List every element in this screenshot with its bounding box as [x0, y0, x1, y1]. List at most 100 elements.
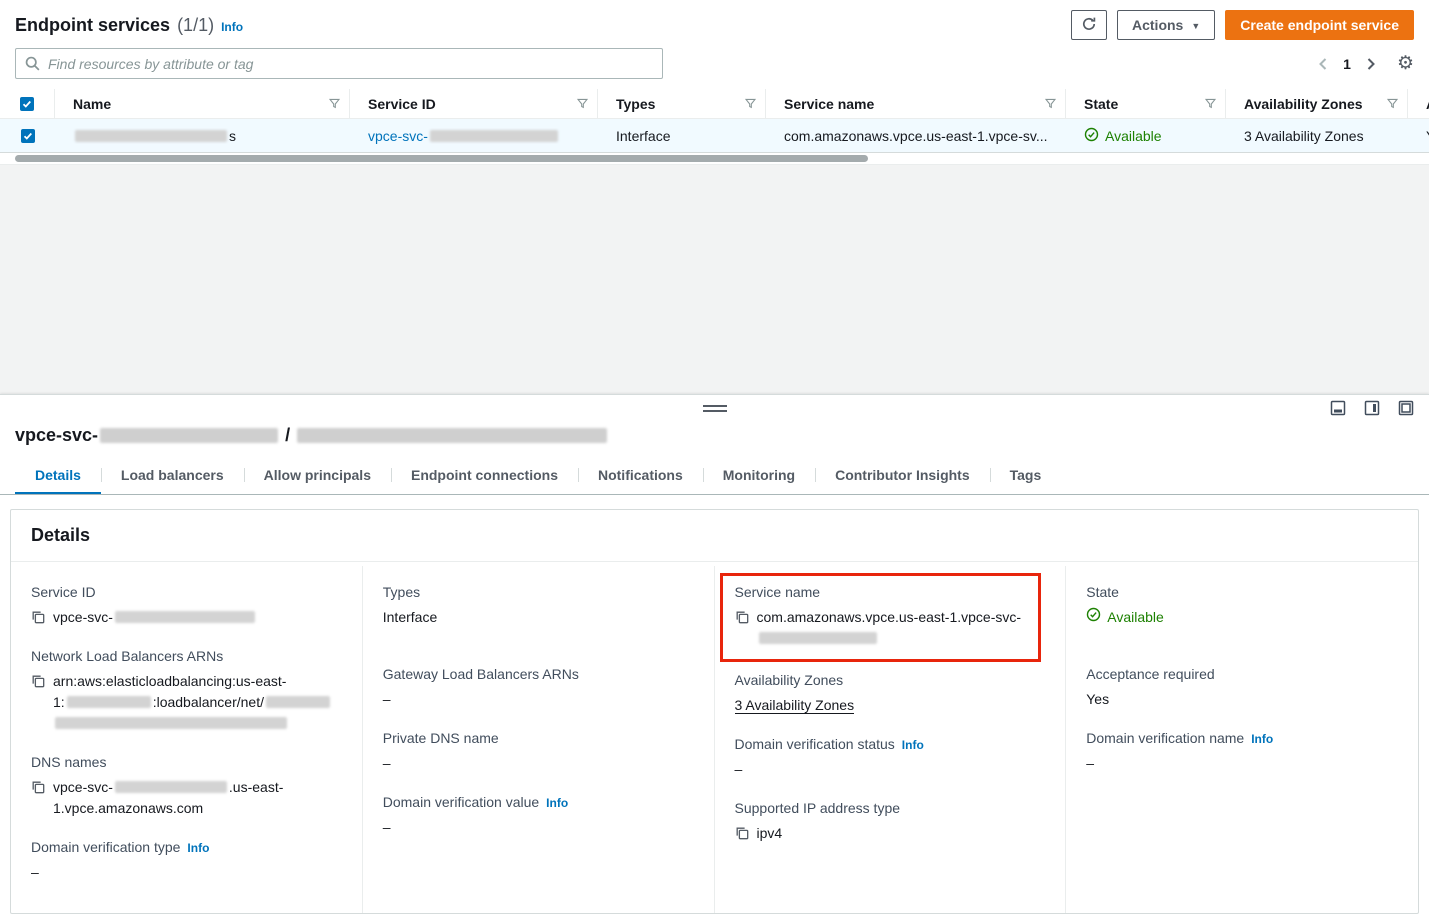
tab-contributor-insights[interactable]: Contributor Insights [815, 458, 990, 494]
resource-count: (1/1) [177, 15, 214, 36]
filter-icon[interactable] [576, 97, 589, 113]
copy-icon[interactable] [31, 610, 45, 624]
horizontal-scrollbar [0, 153, 1429, 164]
column-header-name[interactable]: Name [55, 89, 350, 119]
info-link[interactable]: Info [1251, 732, 1273, 746]
redacted-text [759, 632, 877, 644]
previous-page-button[interactable] [1317, 57, 1329, 71]
copy-icon[interactable] [31, 780, 45, 794]
availability-zones-popover-trigger[interactable]: 3 Availability Zones [735, 697, 855, 714]
column-header-availability-zones[interactable]: Availability Zones [1226, 89, 1408, 119]
details-column-1: Service ID vpce-svc- Network Load Balanc… [11, 566, 363, 913]
copy-icon[interactable] [735, 826, 749, 840]
filter-icon[interactable] [744, 97, 757, 113]
create-label: Create endpoint service [1240, 17, 1399, 33]
next-page-button[interactable] [1365, 57, 1377, 71]
redacted-text [55, 717, 287, 729]
tab-monitoring[interactable]: Monitoring [703, 458, 815, 494]
column-header-acceptance-truncated[interactable]: A [1408, 89, 1429, 119]
field-supported-ip-address-type: Supported IP address type ipv4 [735, 800, 1046, 844]
details-column-4: State Available Acceptance required Yes [1066, 566, 1418, 913]
row-checkbox[interactable] [21, 129, 35, 143]
chevron-down-icon: ▼ [1191, 21, 1200, 31]
field-nlb-arns: Network Load Balancers ARNs arn:aws:elas… [31, 648, 342, 734]
redacted-text [266, 696, 330, 708]
page-title: Endpoint services [15, 15, 170, 36]
tab-allow-principals[interactable]: Allow principals [244, 458, 391, 494]
filter-icon[interactable] [328, 97, 341, 113]
field-service-name: Service name com.amazonaws.vpce.us-east-… [735, 584, 1027, 649]
redacted-text [67, 696, 151, 708]
column-header-types[interactable]: Types [598, 89, 766, 119]
resize-handle-icon[interactable] [703, 405, 727, 412]
field-dns-names: DNS names vpce-svc-.us-east- 1.vpce.amaz… [31, 754, 342, 819]
filter-icon[interactable] [1386, 97, 1399, 113]
field-availability-zones: Availability Zones 3 Availability Zones [735, 672, 1046, 716]
page-header: Endpoint services (1/1) Info Actions ▼ C… [0, 0, 1429, 46]
actions-label: Actions [1132, 17, 1183, 33]
cell-availability-zones: 3 Availability Zones [1226, 128, 1408, 144]
details-column-3: Service name com.amazonaws.vpce.us-east-… [715, 566, 1067, 913]
cell-state: Available [1066, 127, 1226, 145]
panel-position-side-icon[interactable] [1364, 400, 1380, 416]
actions-button[interactable]: Actions ▼ [1117, 10, 1215, 40]
cell-types: Interface [598, 128, 766, 144]
preferences-gear-icon[interactable]: ⚙ [1397, 54, 1414, 73]
state-text: Available [1105, 128, 1162, 144]
search-input[interactable] [15, 48, 663, 79]
horizontal-scrollbar-thumb[interactable] [15, 155, 868, 162]
filter-icon[interactable] [1204, 97, 1217, 113]
tab-notifications[interactable]: Notifications [578, 458, 703, 494]
copy-icon[interactable] [735, 610, 749, 624]
select-all-checkbox[interactable] [20, 97, 34, 111]
create-endpoint-service-button[interactable]: Create endpoint service [1225, 10, 1414, 40]
search-icon [24, 55, 41, 75]
tab-load-balancers[interactable]: Load balancers [101, 458, 244, 494]
redacted-text [297, 428, 607, 443]
select-all-checkbox-cell [0, 89, 55, 119]
split-panel: vpce-svc- / Details Load balancers Allow… [0, 394, 1429, 914]
tab-bar: Details Load balancers Allow principals … [0, 458, 1429, 495]
column-header-service-id[interactable]: Service ID [350, 89, 598, 119]
filter-icon[interactable] [1044, 97, 1057, 113]
field-types: Types Interface [383, 584, 694, 628]
info-link[interactable]: Info [187, 841, 209, 855]
check-circle-icon [1084, 127, 1099, 145]
info-link[interactable]: Info [902, 738, 924, 752]
field-gateway-lb-arns: Gateway Load Balancers ARNs – [383, 666, 694, 710]
table-row[interactable]: s vpce-svc- Interface com.amazonaws.vpce… [0, 119, 1429, 153]
page-number[interactable]: 1 [1343, 56, 1351, 72]
content-background [0, 164, 1429, 394]
state-text: Available [1107, 607, 1164, 628]
field-domain-verification-name: Domain verification nameInfo – [1086, 730, 1398, 774]
annotation-highlight-box: Service name com.amazonaws.vpce.us-east-… [720, 573, 1042, 662]
refresh-icon [1081, 16, 1097, 35]
panel-maximize-icon[interactable] [1398, 400, 1414, 416]
redacted-text [75, 130, 227, 142]
field-domain-verification-type: Domain verification typeInfo – [31, 839, 342, 883]
info-link[interactable]: Info [221, 20, 243, 34]
tab-details[interactable]: Details [15, 458, 101, 494]
tab-tags[interactable]: Tags [990, 458, 1062, 494]
column-header-state[interactable]: State [1066, 89, 1226, 119]
availability-zones-popover-trigger[interactable]: 3 Availability Zones [1244, 128, 1364, 144]
panel-position-bottom-icon[interactable] [1330, 400, 1346, 416]
cell-service-id: vpce-svc- [350, 128, 598, 144]
field-domain-verification-status: Domain verification statusInfo – [735, 736, 1046, 780]
details-section-title: Details [31, 525, 1398, 546]
check-circle-icon [1086, 607, 1101, 628]
cell-service-name: com.amazonaws.vpce.us-east-1.vpce-sv... [766, 128, 1066, 144]
info-link[interactable]: Info [546, 796, 568, 810]
refresh-button[interactable] [1071, 10, 1107, 40]
table-header-row: Name Service ID Types Service name State… [0, 89, 1429, 119]
tab-endpoint-connections[interactable]: Endpoint connections [391, 458, 578, 494]
copy-icon[interactable] [31, 674, 45, 688]
service-id-link[interactable]: vpce-svc- [368, 128, 560, 144]
redacted-text [430, 130, 558, 142]
cell-acceptance-truncated: Y [1408, 128, 1429, 144]
table-toolbar: 1 ⚙ [0, 46, 1429, 89]
column-header-service-name[interactable]: Service name [766, 89, 1066, 119]
field-private-dns-name: Private DNS name – [383, 730, 694, 774]
details-column-2: Types Interface Gateway Load Balancers A… [363, 566, 715, 913]
field-domain-verification-value: Domain verification valueInfo – [383, 794, 694, 838]
